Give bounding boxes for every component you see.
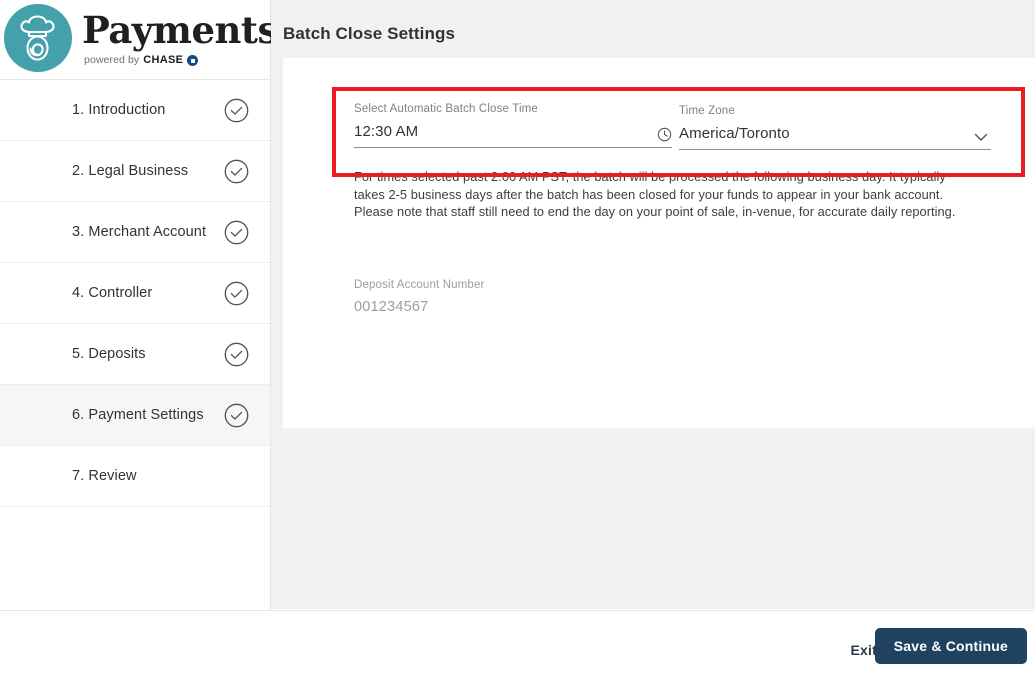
exit-button[interactable]: Exit [851,642,877,658]
chase-octagon-icon [187,55,199,66]
brand-wordmark: Payments powered by CHASE [72,7,278,68]
check-circle-icon [224,98,249,123]
sidebar-item-label: 1. Introduction [72,102,166,118]
chef-hat-fingerprint-logo-icon [4,3,72,72]
sidebar-item-label: 6. Payment Settings [72,407,204,423]
main-content: Batch Close Settings Select Automatic Ba… [271,0,1035,609]
sidebar-item-review[interactable]: 7. Review [0,446,270,507]
sidebar: Payments powered by CHASE 1. Introductio… [0,0,278,609]
sidebar-item-label: 4. Controller [72,285,153,301]
brand-header: Payments powered by CHASE [0,0,278,80]
sidebar-item-controller[interactable]: 4. Controller [0,263,270,324]
progress-nav: 1. Introduction 2. Legal Business 3. Mer… [0,80,270,507]
check-circle-icon [224,403,249,428]
sidebar-item-label: 2. Legal Business [72,163,189,179]
brand-title: Payments [82,7,278,52]
page-title: Batch Close Settings [283,24,456,43]
sidebar-item-label: 7. Review [72,468,137,484]
deposit-account-block: Deposit Account Number 001234567 [354,279,485,315]
check-circle-icon [224,220,249,245]
batch-close-time-label: Select Automatic Batch Close Time [354,103,538,115]
time-zone-select[interactable]: America/Toronto [679,125,991,150]
time-zone-field: Time Zone America/Toronto [679,105,991,150]
chevron-down-icon[interactable] [971,127,991,147]
deposit-account-value: 001234567 [354,299,429,315]
sidebar-item-merchant-account[interactable]: 3. Merchant Account [0,202,270,263]
check-circle-icon [224,342,249,367]
sidebar-item-payment-settings[interactable]: 6. Payment Settings [0,385,270,446]
brand-tagline: powered by CHASE [82,54,278,66]
sidebar-item-label: 3. Merchant Account [72,224,207,240]
check-circle-icon [224,281,249,306]
batch-close-settings-card: Select Automatic Batch Close Time 12:30 … [283,58,1035,428]
onboarding-page: Payments powered by CHASE 1. Introductio… [0,0,1035,673]
sidebar-item-label: 5. Deposits [72,346,146,362]
sidebar-item-introduction[interactable]: 1. Introduction [0,80,270,141]
batch-close-time-field: Select Automatic Batch Close Time 12:30 … [354,103,672,148]
sidebar-item-legal-business[interactable]: 2. Legal Business [0,141,270,202]
batch-close-helper-text: For times selected past 2:00 AM PST, the… [354,169,956,220]
deposit-account-label: Deposit Account Number [354,279,485,291]
check-circle-icon [224,159,249,184]
sidebar-item-deposits[interactable]: 5. Deposits [0,324,270,385]
save-and-continue-button[interactable]: Save & Continue [874,628,1027,664]
wizard-footer: Exit Save & Continue [0,610,1035,673]
time-zone-value: America/Toronto [679,125,790,142]
powered-by-label: powered by [84,53,140,66]
clock-icon[interactable] [656,126,672,142]
batch-close-time-value: 12:30 AM [354,123,419,140]
chase-wordmark: CHASE [143,53,184,66]
time-zone-label: Time Zone [679,105,735,117]
batch-close-time-input[interactable]: 12:30 AM [354,123,672,148]
